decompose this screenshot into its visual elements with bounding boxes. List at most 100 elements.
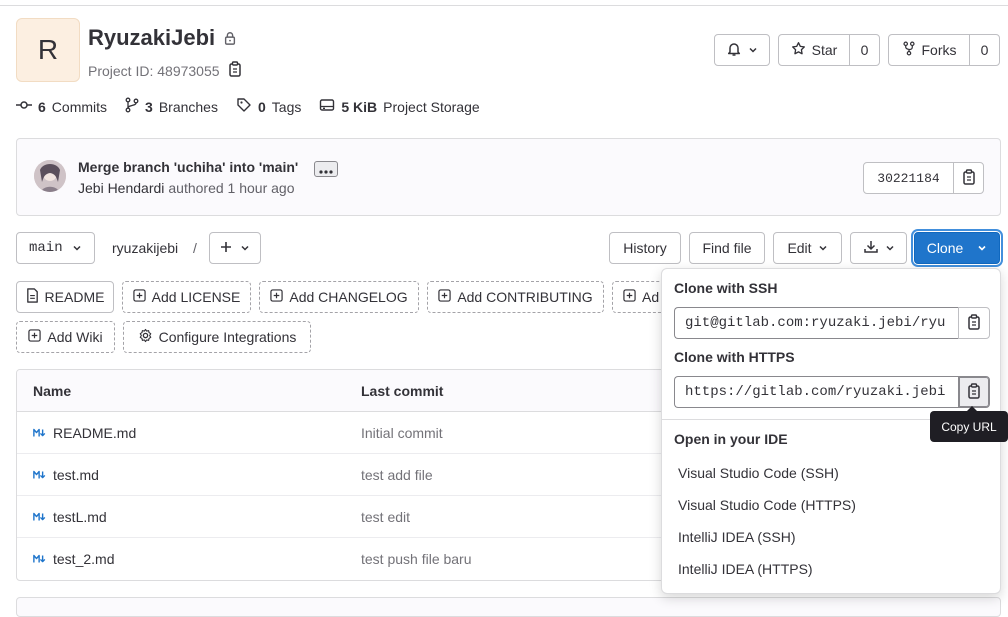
open-in-ide-heading: Open in your IDE (674, 431, 788, 447)
branch-selector[interactable]: main (16, 232, 95, 264)
branches-count: 3 (145, 98, 153, 115)
file-name[interactable]: testL.md (53, 509, 107, 525)
readme-label: README (44, 289, 105, 305)
plus-square-icon (438, 289, 451, 305)
project-avatar-letter: R (37, 34, 59, 65)
find-file-button[interactable]: Find file (689, 232, 765, 264)
file-last-commit[interactable]: Initial commit (361, 412, 443, 453)
copy-ssh-url-button[interactable] (958, 307, 990, 339)
star-count-value: 0 (860, 42, 869, 58)
forks-count-value: 0 (980, 42, 989, 58)
configure-integrations-button[interactable]: Configure Integrations (123, 321, 311, 353)
configure-integrations-label: Configure Integrations (158, 329, 297, 345)
branches-link[interactable]: 3 Branches (125, 97, 218, 116)
branch-name: main (29, 240, 63, 256)
copy-url-tooltip: Copy URL (930, 406, 1008, 442)
forks-label: Forks (921, 42, 957, 58)
clone-dropdown-button[interactable]: Clone (914, 232, 1000, 264)
col-header-name: Name (33, 382, 72, 399)
add-license-button[interactable]: Add LICENSE (122, 281, 251, 313)
lock-icon (223, 25, 237, 51)
clone-ssh-url-input[interactable]: git@gitlab.com:ryuzaki.jebi/ryu (674, 307, 958, 339)
file-last-commit[interactable]: test add file (361, 454, 433, 495)
clone-https-heading: Clone with HTTPS (674, 349, 795, 365)
clone-https-url-input[interactable]: https://gitlab.com/ryuzaki.jebi (674, 376, 958, 408)
document-icon (26, 288, 39, 306)
edit-dropdown[interactable]: Edit (773, 232, 842, 264)
file-name[interactable]: README.md (53, 425, 136, 441)
author-avatar[interactable] (34, 160, 66, 192)
project-avatar[interactable]: R (16, 18, 80, 82)
file-name-cell[interactable]: README.md (33, 412, 136, 453)
commits-label: Commits (51, 98, 108, 115)
download-dropdown[interactable] (850, 232, 907, 264)
star-button[interactable]: Star (778, 34, 850, 66)
forks-count[interactable]: 0 (969, 34, 1000, 66)
plus-square-icon (132, 289, 146, 305)
tag-icon (236, 97, 252, 116)
star-label: Star (811, 42, 838, 58)
storage-label: Project Storage (383, 98, 480, 115)
settings-icon (138, 328, 153, 346)
chevron-down-icon (748, 42, 758, 58)
commit-icon (16, 97, 32, 116)
add-contributing-label: Add CONTRIBUTING (457, 289, 593, 305)
ide-item-intellij-https[interactable]: IntelliJ IDEA (HTTPS) (678, 561, 813, 577)
file-name[interactable]: test.md (53, 467, 99, 483)
tags-label: Tags (271, 98, 302, 115)
add-contributing-button[interactable]: Add CONTRIBUTING (427, 281, 604, 313)
tags-link[interactable]: 0 Tags (236, 97, 301, 116)
file-name-cell[interactable]: test_2.md (33, 538, 114, 580)
top-nav-border (0, 0, 1008, 6)
commits-count: 6 (38, 98, 46, 115)
file-last-commit[interactable]: test edit (361, 496, 410, 537)
notification-button[interactable] (714, 34, 770, 66)
add-changelog-label: Add CHANGELOG (289, 289, 408, 305)
branches-label: Branches (158, 98, 218, 115)
project-id-text: Project ID: 48973055 (88, 62, 220, 79)
ide-item-vscode-ssh[interactable]: Visual Studio Code (SSH) (678, 465, 839, 481)
readme-button[interactable]: README (16, 281, 114, 313)
forks-button[interactable]: Forks (888, 34, 970, 66)
breadcrumb-project[interactable]: ryuzakijebi (112, 240, 178, 256)
copy-sha-button[interactable] (953, 162, 984, 194)
star-count[interactable]: 0 (849, 34, 880, 66)
add-changelog-button[interactable]: Add CHANGELOG (259, 281, 419, 313)
file-name-cell[interactable]: test.md (33, 454, 99, 495)
add-truncated-label: Ad (642, 289, 660, 305)
copy-icon (967, 313, 981, 333)
file-name[interactable]: test_2.md (53, 551, 114, 567)
storage-link[interactable]: 5 KiB Project Storage (319, 97, 480, 116)
clone-ssh-group: git@gitlab.com:ryuzaki.jebi/ryu (674, 307, 990, 339)
fork-icon (902, 41, 916, 59)
clone-ssh-heading: Clone with SSH (674, 280, 778, 296)
add-file-dropdown[interactable] (209, 232, 261, 264)
commit-message[interactable]: Merge branch 'uchiha' into 'main' (78, 159, 298, 175)
commit-author[interactable]: Jebi Hendardi (78, 180, 164, 196)
ide-item-vscode-https[interactable]: Visual Studio Code (HTTPS) (678, 497, 856, 513)
chevron-down-icon (72, 240, 82, 256)
bell-icon (726, 41, 742, 60)
commit-authored-time: authored 1 hour ago (168, 180, 295, 196)
copy-project-id-icon[interactable] (228, 61, 242, 80)
history-label: History (623, 240, 667, 256)
project-id: Project ID: 48973055 (88, 61, 242, 80)
chevron-down-icon (818, 240, 828, 256)
chevron-down-icon (885, 240, 895, 256)
clone-label: Clone (926, 240, 964, 256)
copy-https-url-button[interactable] (958, 376, 990, 408)
plus-square-icon (623, 289, 636, 305)
add-wiki-button[interactable]: Add Wiki (16, 321, 115, 353)
history-button[interactable]: History (609, 232, 681, 264)
storage-size: 5 KiB (341, 98, 378, 115)
tags-count: 0 (257, 98, 266, 115)
project-name[interactable]: RyuzakiJebi (88, 25, 215, 51)
edit-label: Edit (787, 240, 812, 256)
commit-ellipsis-button[interactable] (314, 161, 338, 177)
commits-link[interactable]: 6 Commits (16, 97, 107, 116)
commit-sha[interactable]: 30221184 (863, 162, 954, 194)
ide-item-intellij-ssh[interactable]: IntelliJ IDEA (SSH) (678, 529, 795, 545)
copy-icon (967, 382, 981, 402)
file-name-cell[interactable]: testL.md (33, 496, 107, 537)
file-last-commit[interactable]: test push file baru (361, 538, 472, 580)
